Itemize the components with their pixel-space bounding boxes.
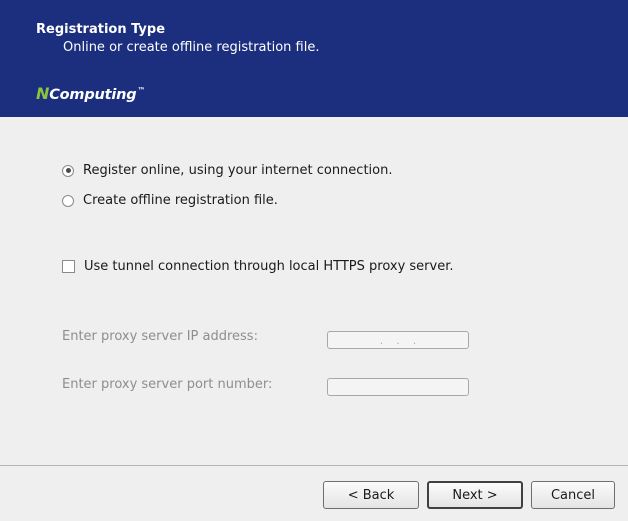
next-button[interactable]: Next > [427,481,523,509]
wizard-header: Registration Type Online or create offli… [0,0,628,117]
cancel-button[interactable]: Cancel [531,481,615,509]
proxy-port-input[interactable] [327,378,469,396]
footer-divider [0,465,628,466]
tunnel-connection-checkbox[interactable] [62,260,75,273]
proxy-ip-label: Enter proxy server IP address: [62,329,258,344]
logo-text: Computing [49,87,137,103]
page-title: Registration Type [36,22,166,37]
create-offline-radio[interactable] [62,194,74,207]
back-button[interactable]: < Back [323,481,419,509]
create-offline-label: Create offline registration file. [83,193,278,208]
proxy-ip-input[interactable]: ... [327,331,469,349]
register-online-option[interactable]: Register online, using your internet con… [62,163,392,178]
register-online-radio[interactable] [62,164,74,177]
register-online-label: Register online, using your internet con… [83,163,393,178]
logo-n-mark: N [36,84,50,103]
page-subtitle: Online or create offline registration fi… [63,40,320,55]
create-offline-option[interactable]: Create offline registration file. [62,193,278,208]
logo-trademark: ™ [137,86,146,95]
proxy-port-label: Enter proxy server port number: [62,377,273,392]
tunnel-connection-option[interactable]: Use tunnel connection through local HTTP… [62,259,454,274]
ncomputing-logo: NComputing™ [36,84,145,103]
tunnel-connection-label: Use tunnel connection through local HTTP… [84,259,454,274]
